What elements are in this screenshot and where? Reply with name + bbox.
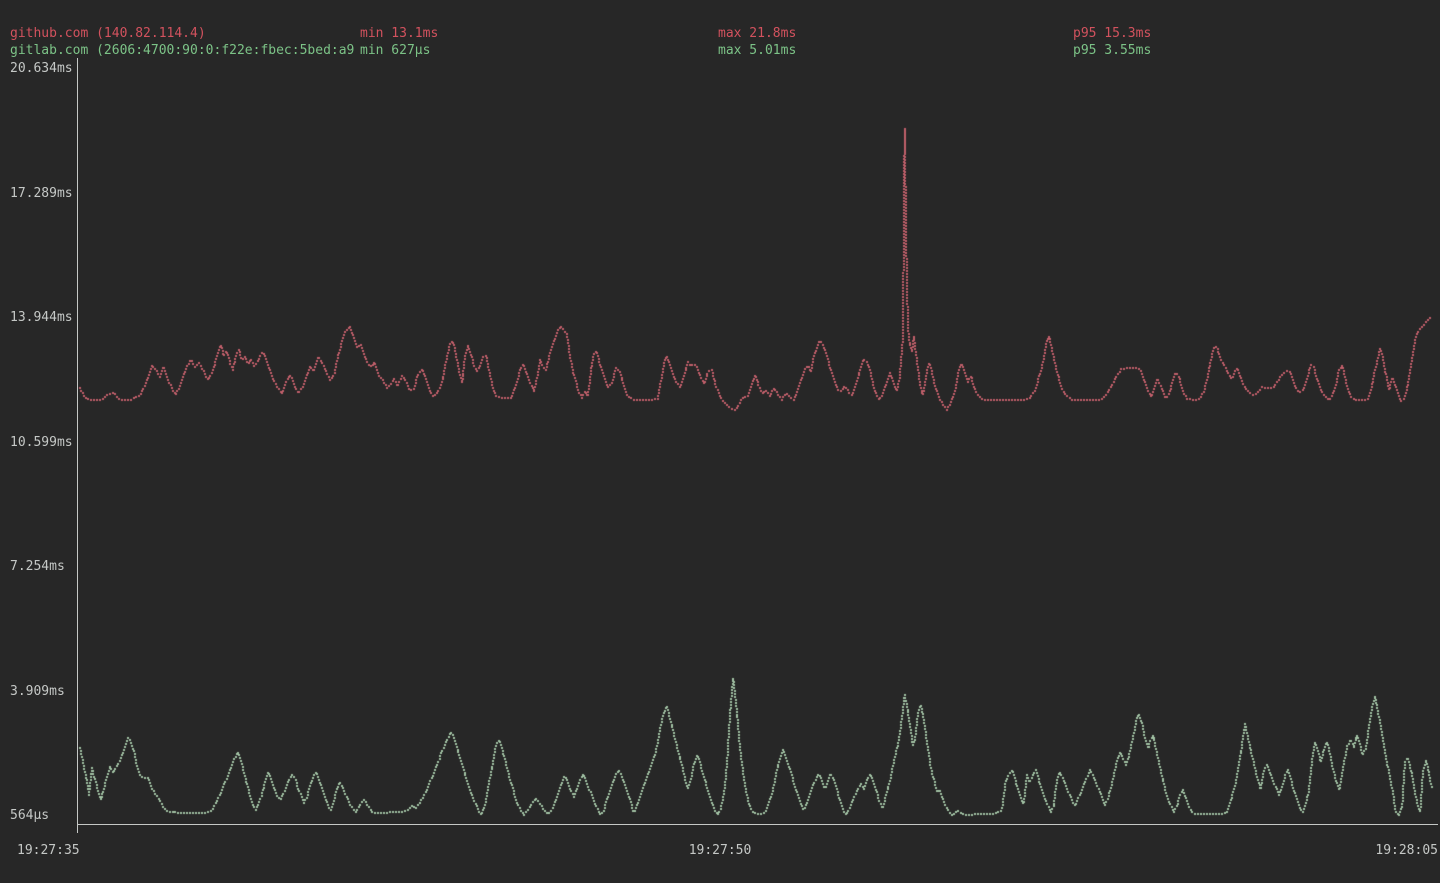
gping-terminal: github.com (140.82.114.4) min 13.1ms max… xyxy=(0,0,1440,883)
x-axis-label-end: 19:28:05 xyxy=(1375,843,1438,858)
x-axis-label-start: 19:27:35 xyxy=(17,843,80,858)
latency-plot-canvas xyxy=(0,0,1440,883)
x-axis-label-middle: 19:27:50 xyxy=(689,843,752,858)
